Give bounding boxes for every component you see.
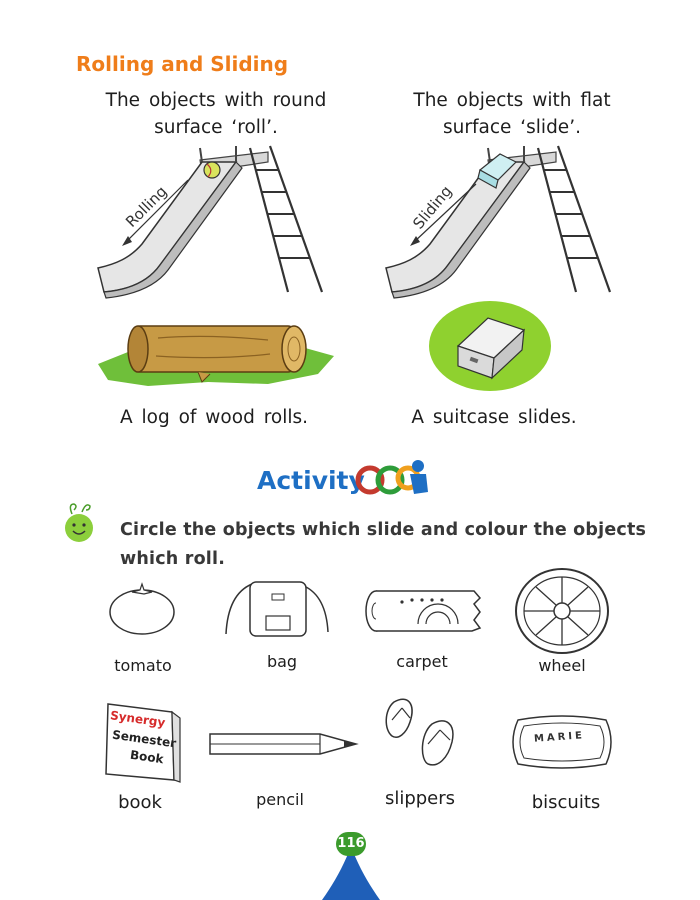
left-caption: The objects with round surface ‘roll’.	[96, 87, 336, 141]
wheel-label: wheel	[538, 656, 586, 675]
section-heading: Rolling and Sliding	[76, 52, 289, 76]
tomato-label: tomato	[114, 656, 172, 675]
left-caption-line2: surface ‘roll’.	[154, 117, 278, 138]
slippers-icon[interactable]	[380, 694, 470, 774]
right-caption: The objects with flat surface ‘slide’.	[392, 87, 632, 141]
tomato-icon[interactable]	[106, 580, 178, 636]
suitcase-illustration	[429, 301, 551, 391]
suitcase-caption: A suitcase slides.	[411, 407, 577, 428]
book-label: book	[118, 792, 162, 813]
smiley-icon	[65, 503, 93, 542]
wheel-icon[interactable]	[512, 566, 612, 656]
activity-title: Activity	[257, 466, 365, 495]
rolling-slide-illustration: Rolling	[97, 145, 324, 299]
page-number: 116	[336, 832, 366, 856]
sliding-slide-illustration: Sliding	[385, 145, 612, 299]
biscuits-label: biscuits	[531, 792, 601, 813]
pencil-label: pencil	[256, 790, 304, 809]
right-caption-line2: surface ‘slide’.	[443, 117, 581, 138]
book-illustration[interactable]: Synergy Semester Book	[98, 700, 184, 784]
bag-icon[interactable]	[222, 574, 334, 646]
wooden-log-illustration	[98, 325, 334, 386]
left-caption-line1: The objects with round	[105, 90, 327, 111]
carpet-icon[interactable]	[362, 584, 484, 638]
log-caption: A log of wood rolls.	[119, 407, 309, 428]
instruction-line1: Circle the objects which slide and colou…	[120, 520, 647, 540]
pencil-icon[interactable]	[208, 726, 359, 762]
biscuit-illustration[interactable]: MARIE	[508, 714, 616, 772]
carpet-label: carpet	[396, 652, 448, 671]
slippers-label: slippers	[384, 788, 456, 809]
ball-icon	[203, 161, 221, 179]
bag-label: bag	[266, 652, 298, 671]
right-caption-line1: The objects with flat	[413, 90, 611, 111]
activity-icon	[355, 460, 428, 495]
